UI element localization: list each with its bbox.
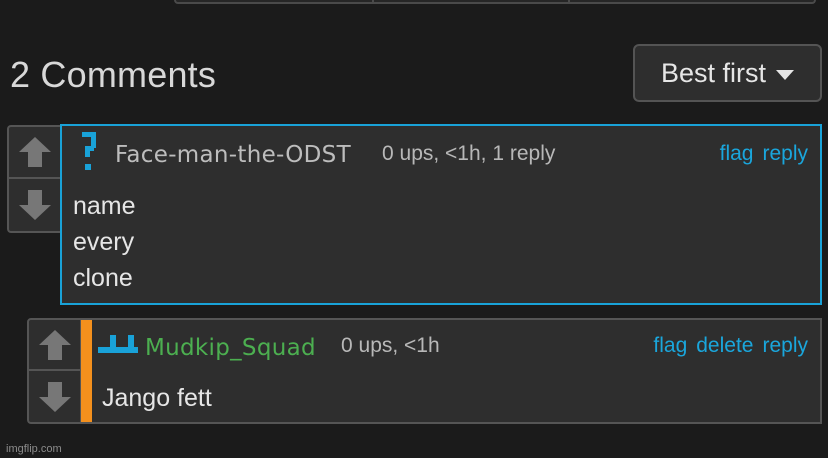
sort-dropdown-label: Best first [660, 57, 767, 88]
vote-column [7, 125, 62, 233]
comment-card: Face-man-the-ODST 0 ups, <1h, 1 reply fl… [60, 124, 822, 305]
vote-column [27, 318, 82, 424]
reply-link[interactable]: reply [762, 142, 808, 166]
tab-separator [568, 0, 570, 2]
watermark: imgflip.com [6, 443, 62, 455]
tab-separator [372, 0, 374, 2]
arrow-up-icon [38, 329, 71, 360]
comment-meta: 0 ups, <1h, 1 reply [382, 142, 556, 165]
delete-link[interactable]: delete [696, 334, 753, 358]
comment-body: Jango fett [102, 380, 212, 416]
comments-count-title: 2 Comments [10, 54, 217, 95]
own-comment-indicator [81, 320, 92, 422]
comment-username[interactable]: Face-man-the-ODST [115, 142, 351, 168]
comment-body-line: Jango fett [102, 384, 212, 412]
flag-link[interactable]: flag [720, 142, 754, 166]
comment-card: Mudkip_Squad 0 ups, <1h flag delete repl… [81, 318, 822, 424]
top-tabs-bar [174, 0, 816, 4]
comment-actions: flag delete reply [653, 334, 808, 358]
upvote-button[interactable] [9, 127, 60, 179]
comment-body-line: clone [73, 264, 133, 292]
downvote-button[interactable] [29, 371, 80, 422]
comment-actions: flag reply [720, 142, 808, 166]
downvote-button[interactable] [9, 179, 60, 231]
comment-username[interactable]: Mudkip_Squad [145, 335, 316, 361]
upvote-button[interactable] [29, 320, 80, 371]
arrow-down-icon [18, 190, 51, 220]
arrow-down-icon [38, 381, 71, 412]
chevron-down-icon [776, 70, 795, 80]
comment-body-line: name [73, 192, 136, 220]
comment-body: name every clone [73, 188, 136, 296]
sort-dropdown[interactable]: Best first [633, 44, 822, 102]
arrow-up-icon [18, 137, 51, 167]
flag-link[interactable]: flag [653, 334, 687, 358]
user-avatar-icon [98, 335, 138, 353]
reply-link[interactable]: reply [762, 334, 808, 358]
user-avatar-icon [82, 132, 96, 170]
comment-meta: 0 ups, <1h [341, 334, 440, 357]
comment-body-line: every [73, 228, 135, 256]
